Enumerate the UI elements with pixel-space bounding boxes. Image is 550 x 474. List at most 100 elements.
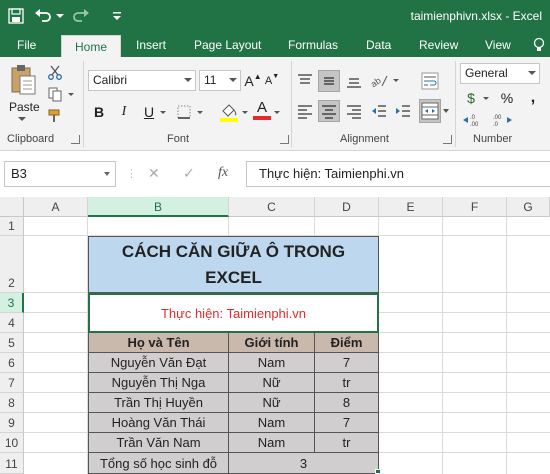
tab-home[interactable]: Home (61, 35, 122, 59)
fill-color-icon[interactable] (218, 100, 240, 124)
table-cell-name[interactable]: Trần Thị Huyền (88, 393, 229, 413)
bottom-align-icon[interactable] (343, 70, 365, 92)
formula-input[interactable]: Thực hiện: Taimienphi.vn (246, 161, 550, 187)
fill-handle[interactable] (375, 469, 381, 474)
redo-icon[interactable] (70, 5, 92, 27)
column-header-e[interactable]: E (379, 197, 443, 217)
name-box[interactable]: B3 (4, 161, 116, 187)
font-family-select[interactable]: Calibri (88, 70, 196, 91)
table-cell-score[interactable]: 8 (315, 393, 379, 413)
wrap-text-icon[interactable] (419, 70, 441, 92)
table-cell-name[interactable]: Trần Văn Nam (88, 433, 229, 453)
fill-color-dropdown-icon[interactable] (242, 111, 248, 114)
table-cell-gender[interactable]: Nam (229, 433, 315, 453)
summary-value-cell[interactable]: 3 (229, 453, 379, 474)
merge-center-icon[interactable] (419, 99, 441, 123)
decrease-indent-icon[interactable] (368, 100, 390, 122)
table-cell-name[interactable]: Nguyễn Thị Nga (88, 373, 229, 393)
format-painter-icon[interactable] (46, 107, 64, 125)
insert-function-button[interactable]: fx (218, 165, 228, 181)
table-cell-gender[interactable]: Nam (229, 413, 315, 433)
center-align-icon[interactable] (318, 100, 340, 122)
row-header-5[interactable]: 5 (0, 333, 24, 353)
table-cell-name[interactable]: Hoàng Văn Thái (88, 413, 229, 433)
select-all-corner[interactable] (0, 197, 24, 217)
subtitle-cell[interactable]: Thực hiện: Taimienphi.vn (88, 293, 379, 333)
column-header-b[interactable]: B (88, 197, 229, 217)
cancel-icon[interactable]: ✕ (148, 165, 160, 182)
grow-font-button[interactable]: A ▲ (244, 70, 261, 91)
table-header-name[interactable]: Họ và Tên (88, 333, 229, 353)
column-header-a[interactable]: A (24, 197, 88, 217)
column-header-f[interactable]: F (443, 197, 507, 217)
comma-style-icon[interactable]: , (523, 88, 543, 108)
undo-dropdown-icon[interactable] (55, 5, 65, 27)
percent-button[interactable]: % (497, 88, 517, 108)
shrink-font-button[interactable]: A ▼ (264, 70, 280, 91)
column-header-d[interactable]: D (315, 197, 379, 217)
row-header-1[interactable]: 1 (0, 217, 24, 236)
row-header-10[interactable]: 10 (0, 433, 24, 453)
font-color-dropdown-icon[interactable] (274, 111, 280, 114)
borders-dropdown-icon[interactable] (197, 111, 203, 114)
undo-icon[interactable] (32, 5, 54, 27)
middle-align-icon[interactable] (318, 70, 340, 92)
font-launcher-icon[interactable] (280, 135, 289, 144)
top-align-icon[interactable] (294, 70, 316, 92)
cut-icon[interactable] (46, 63, 64, 81)
tab-page-layout[interactable]: Page Layout (194, 33, 261, 57)
alignment-launcher-icon[interactable] (443, 135, 452, 144)
save-icon[interactable] (4, 5, 28, 27)
underline-button[interactable]: U (140, 102, 158, 122)
row-header-11[interactable]: 11 (0, 453, 24, 474)
table-cell-gender[interactable]: Nữ (229, 373, 315, 393)
orientation-icon[interactable]: ab (368, 70, 390, 92)
table-cell-score[interactable]: 7 (315, 413, 379, 433)
enter-icon[interactable]: ✓ (183, 165, 195, 182)
paste-button[interactable]: Paste (9, 100, 40, 114)
table-cell-score[interactable]: 7 (315, 353, 379, 373)
increase-indent-icon[interactable] (392, 100, 414, 122)
table-cell-name[interactable]: Nguyễn Văn Đạt (88, 353, 229, 373)
row-header-8[interactable]: 8 (0, 393, 24, 413)
currency-dropdown-icon[interactable] (483, 97, 489, 100)
row-header-6[interactable]: 6 (0, 353, 24, 373)
bold-button[interactable]: B (90, 102, 108, 122)
table-cell-score[interactable]: tr (315, 373, 379, 393)
number-format-select[interactable]: General (460, 63, 540, 84)
decrease-decimal-icon[interactable]: .00.0 (490, 111, 514, 129)
summary-label-cell[interactable]: Tổng số học sinh đỗ (88, 453, 229, 474)
table-cell-score[interactable]: tr (315, 433, 379, 453)
copy-icon[interactable] (46, 85, 64, 103)
tab-formulas[interactable]: Formulas (288, 33, 338, 57)
table-header-gender[interactable]: Giới tính (229, 333, 315, 353)
name-box-dropdown-icon[interactable] (104, 172, 110, 176)
row-header-9[interactable]: 9 (0, 413, 24, 433)
italic-button[interactable]: I (115, 102, 133, 122)
font-size-select[interactable]: 11 (199, 70, 241, 91)
customize-toolbar-icon[interactable] (108, 5, 126, 27)
tab-file[interactable]: File (17, 33, 36, 57)
increase-decimal-icon[interactable]: .0.00 (461, 111, 485, 129)
tab-view[interactable]: View (485, 33, 511, 57)
orientation-dropdown-icon[interactable] (393, 79, 399, 82)
tab-data[interactable]: Data (366, 33, 391, 57)
row-header-7[interactable]: 7 (0, 373, 24, 393)
align-left-icon[interactable] (294, 100, 316, 122)
paste-icon[interactable] (8, 63, 38, 97)
align-right-icon[interactable] (343, 100, 365, 122)
copy-dropdown-icon[interactable] (68, 93, 74, 96)
table-cell-gender[interactable]: Nữ (229, 393, 315, 413)
column-header-c[interactable]: C (229, 197, 315, 217)
borders-icon[interactable] (174, 102, 194, 122)
sheet-title-cell[interactable]: CÁCH CĂN GIỮA Ô TRONG EXCEL (88, 236, 379, 293)
row-header-3[interactable]: 3 (0, 293, 24, 313)
tab-review[interactable]: Review (419, 33, 458, 57)
row-header-2[interactable]: 2 (0, 236, 24, 293)
paste-dropdown-icon[interactable] (18, 117, 26, 121)
currency-button[interactable]: $ (461, 88, 481, 108)
row-header-4[interactable]: 4 (0, 313, 24, 333)
font-color-button[interactable]: A (252, 98, 272, 122)
merge-dropdown-icon[interactable] (441, 99, 451, 123)
table-header-score[interactable]: Điểm (315, 333, 379, 353)
